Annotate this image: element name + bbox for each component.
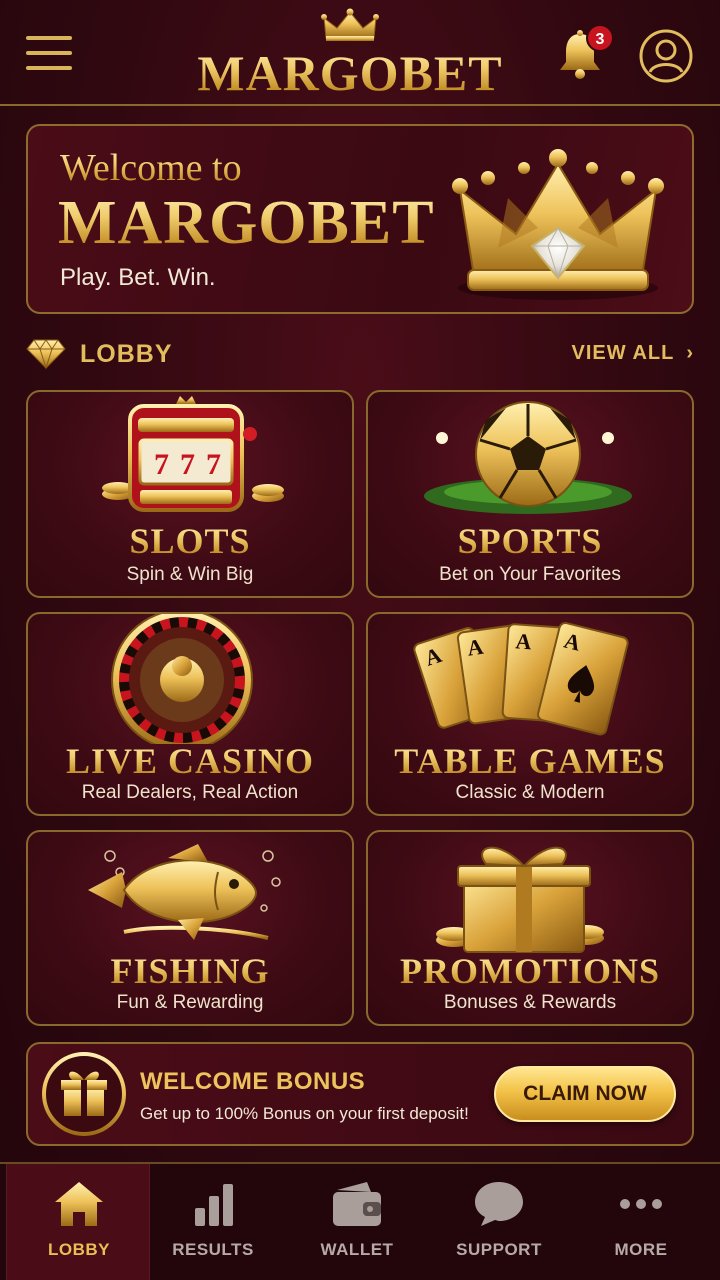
crown-icon [452, 149, 664, 300]
home-icon [55, 1182, 103, 1226]
nav-lobby-label: LOBBY [48, 1240, 110, 1259]
chevron-right-icon: › [686, 342, 694, 364]
menu-icon[interactable] [26, 34, 74, 74]
bottom-navigation: LOBBY RESULTS WALLET SUPPORT MORE [0, 1162, 720, 1280]
gift-box-icon [436, 846, 604, 953]
tile-slots-title: SLOTS [28, 520, 352, 562]
tile-live-casino-subtitle: Real Dealers, Real Action [81, 782, 299, 803]
banner-welcome-text: Welcome to [60, 147, 242, 189]
tile-slots-subtitle: Spin & Win Big [126, 564, 254, 585]
tile-sports-title: SPORTS [368, 520, 692, 562]
nav-wallet-label: WALLET [320, 1240, 394, 1259]
svg-text:7: 7 [154, 448, 169, 481]
soccer-ball-icon [424, 401, 632, 514]
tile-promotions-title: PROMOTIONS [368, 950, 692, 992]
nav-more-label: MORE [614, 1240, 668, 1259]
roulette-wheel-icon [111, 614, 253, 744]
tile-fishing-subtitle: Fun & Rewarding [116, 992, 264, 1013]
banner-tagline: Play. Bet. Win. [60, 264, 216, 291]
tile-promotions-subtitle: Bonuses & Rewards [443, 992, 617, 1013]
brand-title: MARGOBET [160, 44, 540, 102]
claim-now-button[interactable]: CLAIM NOW [494, 1066, 676, 1122]
svg-text:A: A [515, 628, 533, 654]
tile-table-games-title: TABLE GAMES [368, 740, 692, 782]
nav-results[interactable]: RESULTS [141, 1164, 285, 1280]
golden-fish-icon [88, 844, 281, 940]
nav-more[interactable]: MORE [569, 1164, 713, 1280]
welcome-banner[interactable]: Welcome to MARGOBET Play. Bet. Win. [26, 124, 694, 314]
tile-table-games-subtitle: Classic & Modern [455, 782, 605, 803]
chat-bubble-icon [475, 1182, 523, 1226]
nav-support[interactable]: SUPPORT [427, 1164, 571, 1280]
tile-sports[interactable]: SPORTS Bet on Your Favorites [366, 390, 694, 598]
tile-fishing[interactable]: FISHING Fun & Rewarding [26, 830, 354, 1026]
bar-chart-icon [195, 1184, 233, 1226]
svg-text:7: 7 [206, 448, 221, 481]
nav-results-label: RESULTS [172, 1240, 254, 1259]
bonus-title: WELCOME BONUS [140, 1068, 366, 1095]
gift-icon [42, 1052, 126, 1136]
nav-support-label: SUPPORT [456, 1240, 542, 1259]
diamond-icon [26, 339, 66, 370]
tile-table-games[interactable]: A A A A TABLE GAMES Classic & Modern [366, 612, 694, 816]
tile-fishing-title: FISHING [28, 950, 352, 992]
crown-icon [321, 8, 379, 41]
playing-cards-icon: A A A A [413, 622, 629, 736]
wallet-icon [333, 1182, 381, 1226]
banner-brand-text: MARGOBET [58, 189, 435, 257]
bonus-description: Get up to 100% Bonus on your first depos… [140, 1104, 469, 1123]
view-all-link[interactable]: VIEW ALL › [572, 342, 694, 365]
tile-promotions[interactable]: PROMOTIONS Bonuses & Rewards [366, 830, 694, 1026]
more-dots-icon [620, 1199, 662, 1209]
welcome-bonus-card: WELCOME BONUS Get up to 100% Bonus on yo… [26, 1042, 694, 1146]
view-all-label: VIEW ALL [571, 342, 675, 364]
tile-live-casino[interactable]: LIVE CASINO Real Dealers, Real Action [26, 612, 354, 816]
brand-logo: MARGOBET [160, 8, 540, 102]
nav-lobby[interactable]: LOBBY [6, 1164, 150, 1280]
tile-live-casino-title: LIVE CASINO [28, 740, 352, 782]
slot-machine-icon: 7 7 7 [102, 396, 284, 512]
lobby-title: LOBBY [80, 340, 173, 368]
nav-wallet[interactable]: WALLET [285, 1164, 429, 1280]
lobby-section-header: LOBBY VIEW ALL › [26, 334, 694, 378]
notification-badge: 3 [586, 24, 614, 52]
tile-slots[interactable]: 7 7 7 SLOTS Spin & Win Big [26, 390, 354, 598]
profile-icon[interactable] [638, 28, 694, 84]
svg-text:7: 7 [180, 448, 195, 481]
tile-sports-subtitle: Bet on Your Favorites [439, 564, 621, 585]
top-header: MARGOBET 3 [0, 0, 720, 106]
